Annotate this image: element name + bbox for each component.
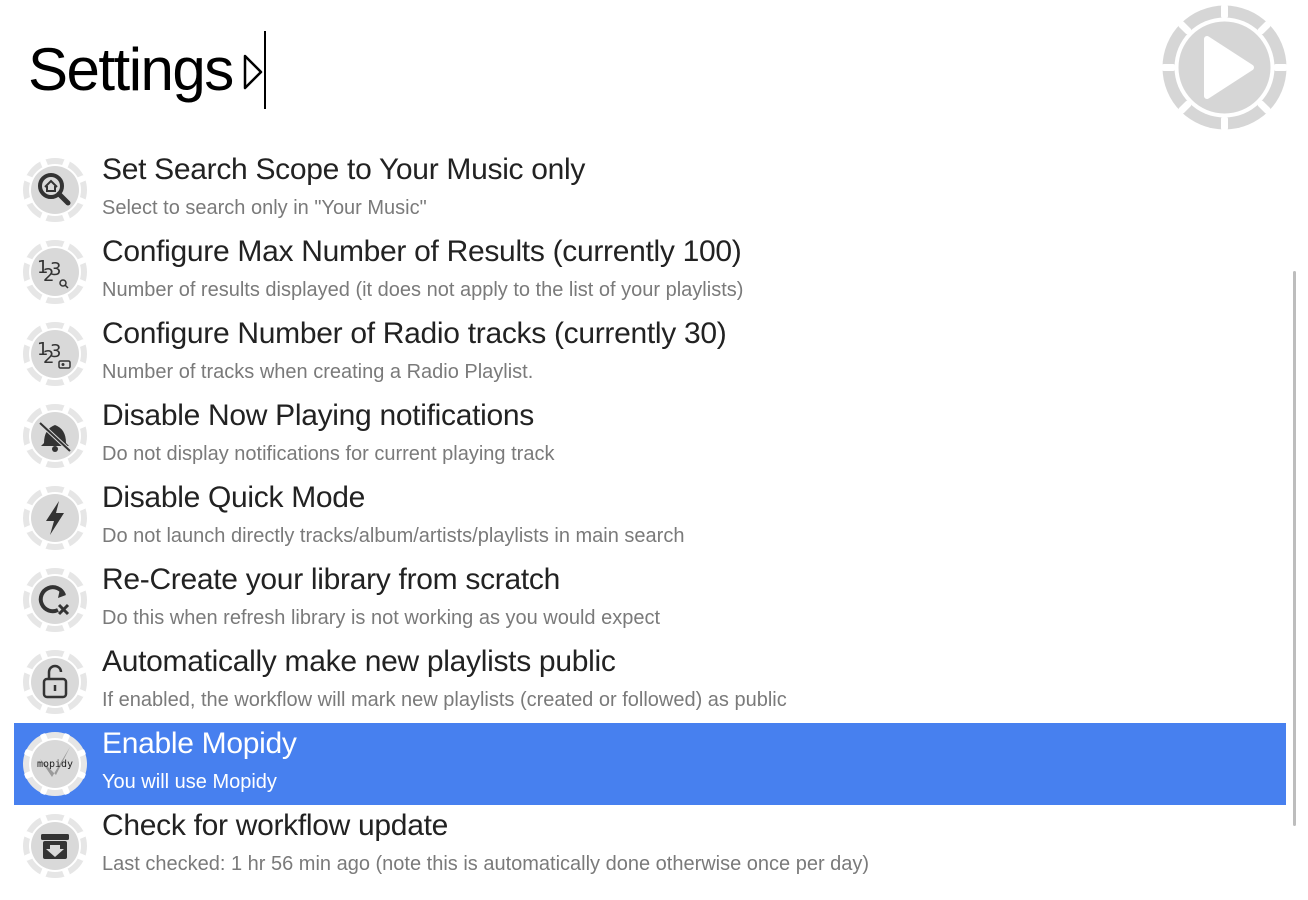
result-subtitle: Last checked: 1 hr 56 min ago (note this…: [102, 853, 870, 875]
numbers-search-icon: 1 2 3: [22, 239, 88, 305]
result-row[interactable]: 1 2 3 Configure Max Number of Results (c…: [14, 231, 1286, 313]
result-title: Re-Create your library from scratch: [102, 563, 560, 596]
result-subtitle: Number of tracks when creating a Radio P…: [102, 361, 534, 383]
results-list: Set Search Scope to Your Music only Selec…: [14, 149, 1286, 889]
result-row[interactable]: Automatically make new playlists public I…: [14, 641, 1286, 723]
result-subtitle: You will use Mopidy: [102, 771, 277, 793]
play-button-logo-icon: [1161, 4, 1288, 131]
result-subtitle: Do not display notifications for current…: [102, 443, 555, 465]
result-subtitle: Number of results displayed (it does not…: [102, 279, 744, 301]
svg-text:mopidy: mopidy: [37, 759, 73, 770]
svg-text:3: 3: [50, 259, 61, 280]
result-row[interactable]: Set Search Scope to Your Music only Selec…: [14, 149, 1286, 231]
result-subtitle: Do this when refresh library is not work…: [102, 607, 661, 629]
text-caret: [263, 31, 266, 109]
result-title: Configure Max Number of Results (current…: [102, 235, 742, 268]
result-row[interactable]: Disable Quick Mode Do not launch directly…: [14, 477, 1286, 559]
result-subtitle: Do not launch directly tracks/album/arti…: [102, 525, 685, 547]
svg-text:3: 3: [50, 341, 61, 362]
refresh-cancel-icon: [22, 567, 88, 633]
play-arrow-icon: [243, 54, 263, 90]
result-row[interactable]: Disable Now Playing notifications Do not …: [14, 395, 1286, 477]
lightning-icon: [22, 485, 88, 551]
search-home-icon: [22, 157, 88, 223]
result-subtitle: If enabled, the workflow will mark new p…: [102, 689, 787, 711]
mopidy-icon: mopidy: [22, 731, 88, 797]
download-box-icon: [22, 813, 88, 879]
result-subtitle: Select to search only in "Your Music": [102, 197, 427, 219]
result-title: Automatically make new playlists public: [102, 645, 616, 678]
numbers-radio-icon: 1 2 3: [22, 321, 88, 387]
result-row[interactable]: mopidy Enable Mopidy You will use Mopidy: [14, 723, 1286, 805]
result-title: Set Search Scope to Your Music only: [102, 153, 586, 186]
scrollbar[interactable]: [1293, 271, 1296, 826]
result-row[interactable]: Re-Create your library from scratch Do th…: [14, 559, 1286, 641]
query-input[interactable]: Settings: [28, 30, 234, 110]
unlock-icon: [22, 649, 88, 715]
result-row[interactable]: Check for workflow update Last checked: 1…: [14, 805, 1286, 887]
result-title: Disable Quick Mode: [102, 481, 366, 514]
result-title: Enable Mopidy: [102, 727, 297, 760]
result-title: Check for workflow update: [102, 809, 448, 842]
launcher-window: Settings Set Search Scope to Your Music …: [0, 0, 1308, 900]
result-row[interactable]: 1 2 3 Configure Number of Radio tracks (…: [14, 313, 1286, 395]
result-title: Configure Number of Radio tracks (curren…: [102, 317, 727, 350]
bell-off-icon: [22, 403, 88, 469]
query-bar[interactable]: Settings: [28, 30, 266, 110]
result-title: Disable Now Playing notifications: [102, 399, 534, 432]
